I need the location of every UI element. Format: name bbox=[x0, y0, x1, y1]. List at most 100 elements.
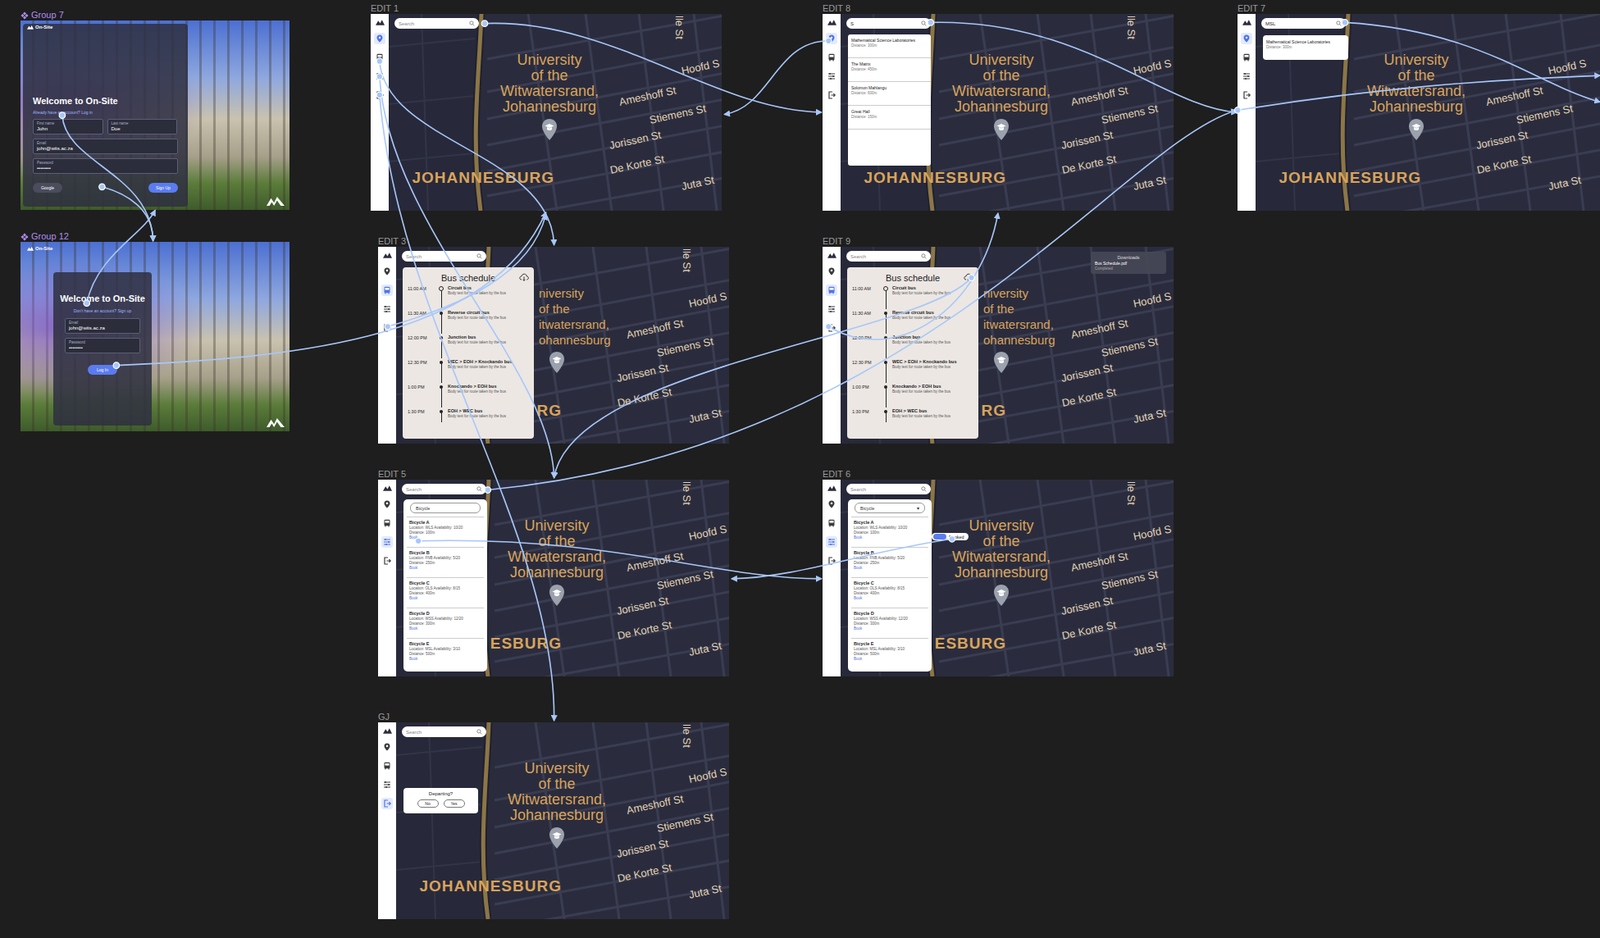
campus-pin-icon[interactable] bbox=[540, 118, 559, 142]
connection-node[interactable] bbox=[59, 112, 65, 119]
bicycle-item[interactable]: Bicycle BLocation: FNB Availability: 5/2… bbox=[851, 547, 929, 578]
cloud-download-icon[interactable] bbox=[519, 273, 529, 282]
sidebar-item[interactable] bbox=[373, 70, 386, 83]
connection-node[interactable] bbox=[376, 58, 383, 64]
map-view[interactable]: Universityof theWitwatersrand,Johannesbu… bbox=[388, 13, 722, 211]
search-field[interactable]: Search bbox=[394, 18, 479, 29]
campus-pin-icon[interactable] bbox=[547, 826, 566, 850]
connection-node[interactable] bbox=[113, 362, 119, 369]
filter-dropdown[interactable]: Bicycle bbox=[410, 502, 481, 514]
connection-node[interactable] bbox=[83, 300, 90, 306]
sidebar-item[interactable] bbox=[381, 498, 393, 511]
bus-row[interactable]: 12:00 PMJunction busBody text for route … bbox=[852, 333, 974, 359]
screen-frame[interactable]: EDIT 6Universityof theWitwatersrand,Joha… bbox=[822, 469, 1174, 677]
sidebar-item[interactable] bbox=[825, 51, 838, 64]
sidebar-item[interactable] bbox=[825, 536, 838, 548]
book-link[interactable]: Book bbox=[409, 535, 482, 541]
bus-row[interactable]: 12:30 PMWEC > EOH > Knockando busBody te… bbox=[407, 358, 529, 383]
connection-node[interactable] bbox=[414, 537, 421, 544]
cloud-download-icon[interactable] bbox=[963, 273, 974, 282]
connection-node[interactable] bbox=[376, 73, 383, 80]
input-field[interactable]: First nameJohn bbox=[32, 118, 104, 135]
screen-frame[interactable]: EDIT 3niversityof theitwatersrand,ohanne… bbox=[378, 236, 730, 444]
campus-pin-icon[interactable] bbox=[547, 583, 566, 607]
bicycle-item[interactable]: Bicycle ALocation: WLS Availability: 10/… bbox=[851, 516, 929, 548]
connection-node[interactable] bbox=[927, 19, 934, 26]
bus-row[interactable]: 1:30 PMEOH > WEC busBody text for route … bbox=[407, 407, 529, 433]
bus-row[interactable]: 11:30 AMReverse circuit busBody text for… bbox=[852, 309, 974, 334]
connection-node[interactable] bbox=[968, 274, 975, 281]
input-field[interactable]: Last nameDoe bbox=[107, 118, 178, 135]
sidebar-item[interactable] bbox=[381, 779, 393, 791]
map-view[interactable]: niversityof theitwatersrand,ohannesburgl… bbox=[396, 246, 730, 444]
map-view[interactable]: Universityof theWitwatersrand,Johannesbu… bbox=[1255, 13, 1600, 211]
bus-row[interactable]: 1:00 PMKnockando > EOH busBody text for … bbox=[852, 382, 974, 408]
sidebar-item[interactable] bbox=[825, 32, 838, 45]
sidebar-item[interactable] bbox=[381, 536, 393, 548]
campus-pin-icon[interactable] bbox=[992, 583, 1011, 607]
place-item[interactable]: The MatrixDistance: 450m bbox=[847, 58, 931, 83]
sidebar-item[interactable] bbox=[825, 498, 838, 511]
bicycle-item[interactable]: Bicycle DLocation: WSS Availability: 12/… bbox=[406, 607, 484, 639]
screen-frame[interactable]: EDIT 1Universityof theWitwatersrand,Joha… bbox=[370, 3, 722, 211]
place-item[interactable]: Great HallDistance: 150m bbox=[847, 105, 931, 130]
login-frame[interactable]: Group 7Welcome to On-SiteAlready have an… bbox=[20, 9, 290, 210]
bicycle-item[interactable]: Bicycle DLocation: WSS Availability: 12/… bbox=[851, 607, 929, 639]
sidebar-item[interactable] bbox=[381, 265, 393, 278]
book-link[interactable]: Book bbox=[409, 596, 482, 602]
sidebar-item[interactable] bbox=[825, 70, 838, 83]
bicycle-item[interactable]: Bicycle CLocation: OLS Availability: 8/1… bbox=[406, 577, 484, 608]
book-link[interactable]: Book bbox=[853, 596, 926, 602]
sidebar-item[interactable] bbox=[825, 89, 838, 101]
dialog-button[interactable]: Yes bbox=[443, 799, 465, 808]
connection-node[interactable] bbox=[1235, 107, 1241, 114]
input-field[interactable]: Password•••••••• bbox=[32, 158, 178, 174]
search-field[interactable]: S bbox=[846, 18, 931, 29]
campus-pin-icon[interactable] bbox=[992, 118, 1011, 142]
input-field[interactable]: Emailjohn@wits.ac.za bbox=[64, 318, 141, 334]
sidebar-item[interactable] bbox=[825, 265, 838, 278]
connection-node[interactable] bbox=[948, 536, 955, 543]
sidebar-item[interactable] bbox=[373, 32, 386, 45]
place-item[interactable]: Mathematical Science LaboratoriesDistanc… bbox=[847, 34, 931, 59]
bus-row[interactable]: 1:30 PMEOH > WEC busBody text for route … bbox=[852, 407, 974, 433]
screen-frame[interactable]: EDIT 5Universityof theWitwatersrand,Joha… bbox=[378, 469, 730, 677]
sidebar-item[interactable] bbox=[825, 322, 838, 334]
sidebar-item[interactable] bbox=[381, 322, 393, 334]
search-field[interactable]: Search bbox=[846, 483, 931, 495]
book-link[interactable]: Book bbox=[853, 626, 926, 632]
sidebar-item[interactable] bbox=[1240, 70, 1253, 83]
input-field[interactable]: Password•••••••• bbox=[64, 337, 141, 354]
sidebar-item[interactable] bbox=[825, 517, 838, 529]
bus-row[interactable]: 11:30 AMReverse circuit busBody text for… bbox=[407, 309, 529, 334]
connection-node[interactable] bbox=[376, 91, 383, 98]
place-item[interactable]: Mathematical Science LaboratoriesDistanc… bbox=[1262, 35, 1349, 60]
account-link[interactable]: Don't have an account? Sign up bbox=[73, 308, 133, 314]
filter-dropdown[interactable]: Bicycle▾ bbox=[854, 502, 926, 514]
sidebar-item[interactable] bbox=[381, 517, 393, 529]
sidebar-item[interactable] bbox=[825, 284, 838, 297]
bicycle-item[interactable]: Bicycle ELocation: MSL Availability: 3/1… bbox=[851, 638, 929, 669]
sidebar-item[interactable] bbox=[381, 284, 393, 297]
place-item[interactable]: Solomon MahlanguDistance: 600m bbox=[847, 82, 931, 106]
campus-pin-icon[interactable] bbox=[992, 350, 1011, 374]
sidebar-item[interactable] bbox=[825, 303, 838, 315]
dialog-button[interactable]: No bbox=[417, 799, 439, 808]
search-field[interactable]: Search bbox=[846, 250, 931, 262]
bus-row[interactable]: 12:00 PMJunction busBody text for route … bbox=[407, 333, 529, 359]
sidebar-item[interactable] bbox=[373, 51, 386, 64]
bus-row[interactable]: 11:00 AMCircuit busBody text for route t… bbox=[407, 284, 529, 310]
account-link[interactable]: Already have an account? Log in bbox=[32, 109, 178, 115]
book-link[interactable]: Book bbox=[853, 535, 926, 541]
bicycle-item[interactable]: Bicycle BLocation: FNB Availability: 5/2… bbox=[406, 547, 484, 578]
sidebar-item[interactable] bbox=[825, 555, 838, 567]
connection-node[interactable] bbox=[825, 323, 832, 330]
book-link[interactable]: Book bbox=[853, 565, 926, 571]
sidebar-item[interactable] bbox=[381, 760, 393, 772]
login-frame[interactable]: Group 12Welcome to On-SiteDon't have an … bbox=[20, 231, 290, 432]
bus-row[interactable]: 11:00 AMCircuit busBody text for route t… bbox=[852, 284, 974, 310]
screen-frame[interactable]: GJUniversityof theWitwatersrand,Johannes… bbox=[378, 711, 730, 920]
download-file[interactable]: Bus Schedule.pdf bbox=[1094, 260, 1163, 267]
map-view[interactable]: Universityof theWitwatersrand,Johannesbu… bbox=[396, 479, 730, 677]
connection-node[interactable] bbox=[99, 183, 105, 190]
